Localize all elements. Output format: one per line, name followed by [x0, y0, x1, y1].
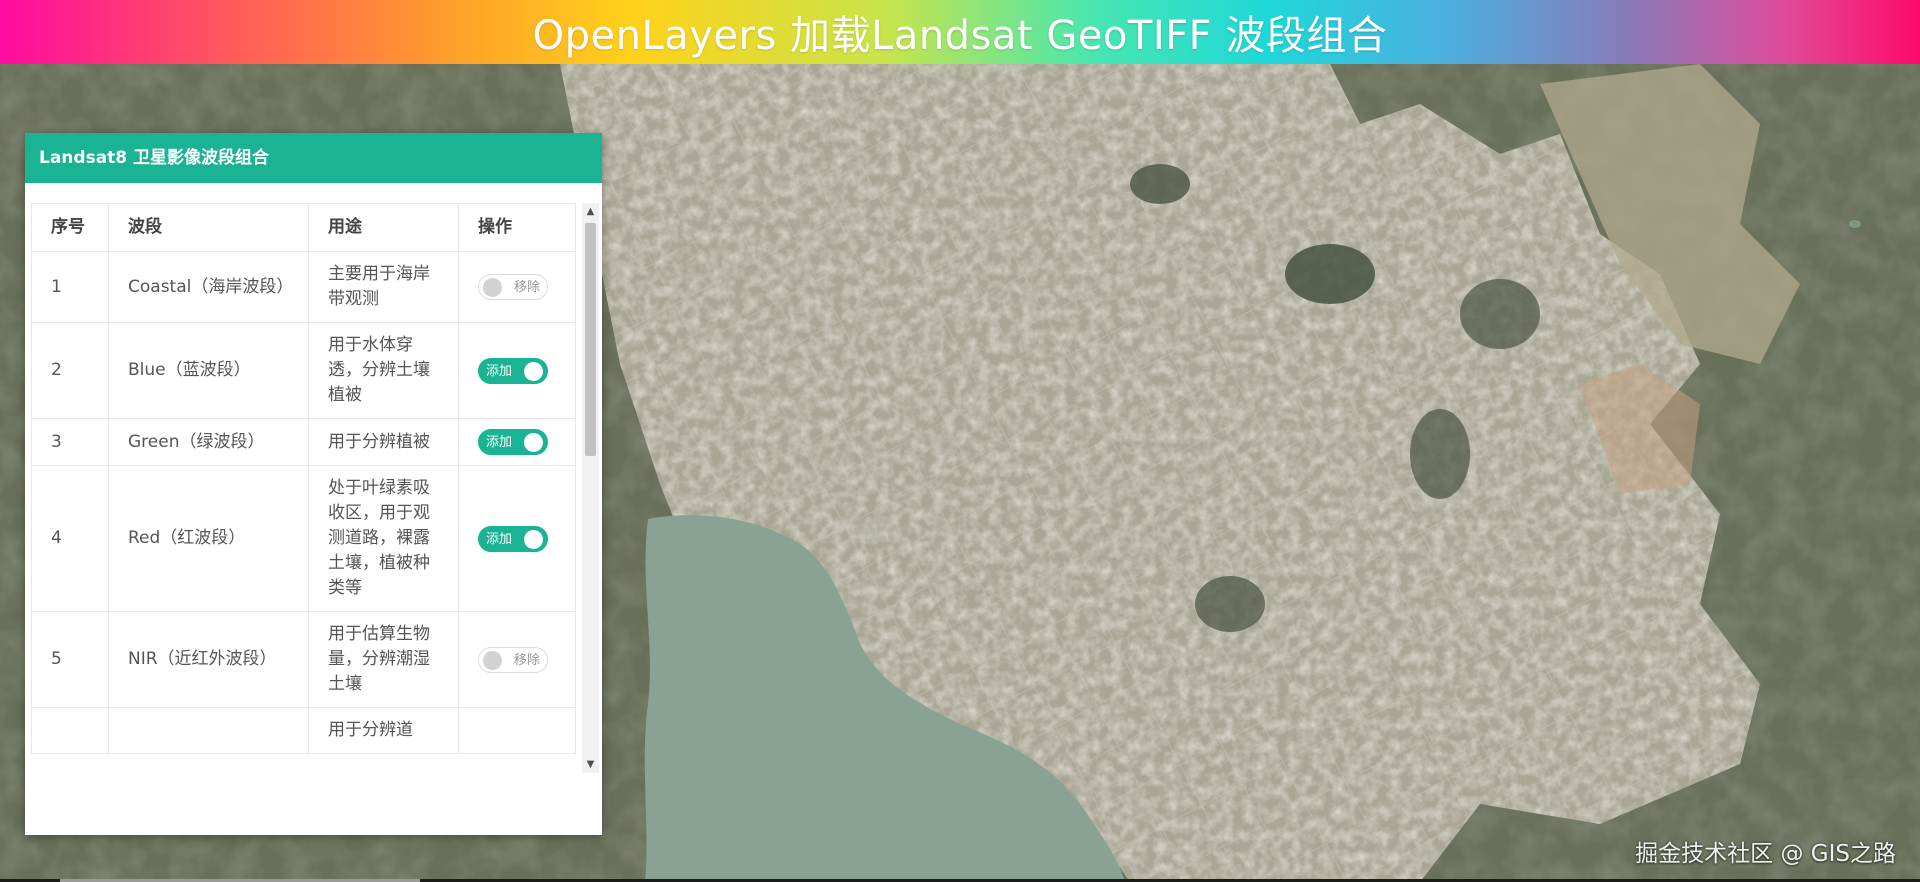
band-panel: Landsat8 卫星影像波段组合 序号 波段 用途 操作 1 Coastal（…	[25, 133, 602, 835]
row-use: 用于分辨道	[308, 707, 459, 754]
table-row: 3 Green（绿波段） 用于分辨植被 添加	[31, 418, 576, 466]
row-operation: 移除	[458, 251, 576, 323]
band-toggle-switch[interactable]: 移除	[478, 646, 548, 673]
toggle-knob	[524, 361, 543, 381]
row-index: 3	[31, 418, 109, 466]
table-row: 用于分辨道	[31, 707, 576, 754]
panel-title: Landsat8 卫星影像波段组合	[25, 133, 602, 183]
band-toggle-switch[interactable]: 添加	[478, 357, 548, 384]
row-index: 1	[31, 251, 109, 323]
row-operation: 添加	[458, 322, 576, 419]
table-scrollbar[interactable]: ▲ ▼	[582, 203, 599, 773]
band-toggle-switch[interactable]: 移除	[478, 274, 548, 300]
row-band: Coastal（海岸波段）	[108, 251, 309, 323]
triangle-up-icon[interactable]: ▲	[582, 203, 599, 220]
scroll-thumb[interactable]	[585, 223, 596, 456]
toggle-label: 添加	[486, 363, 513, 379]
row-operation: 添加	[458, 465, 576, 612]
band-table: 序号 波段 用途 操作 1 Coastal（海岸波段） 主要用于海岸带观测 移除…	[31, 203, 576, 754]
table-header-row: 序号 波段 用途 操作	[31, 203, 576, 252]
row-use: 处于叶绿素吸收区，用于观测道路，裸露土壤，植被种类等	[308, 465, 459, 612]
band-toggle-switch[interactable]: 添加	[478, 525, 548, 552]
row-operation	[458, 707, 576, 754]
toggle-knob	[524, 529, 543, 549]
toggle-knob	[524, 433, 543, 452]
header-operation: 操作	[458, 203, 576, 252]
table-viewport: 序号 波段 用途 操作 1 Coastal（海岸波段） 主要用于海岸带观测 移除…	[31, 203, 580, 773]
toggle-knob	[483, 650, 502, 670]
table-scroll-area[interactable]: 序号 波段 用途 操作 1 Coastal（海岸波段） 主要用于海岸带观测 移除…	[31, 203, 599, 773]
row-index: 2	[31, 322, 109, 419]
row-use: 用于估算生物量，分辨潮湿土壤	[308, 611, 459, 708]
row-band: Blue（蓝波段）	[108, 322, 309, 419]
row-band: Green（绿波段）	[108, 418, 309, 466]
row-use: 主要用于海岸带观测	[308, 251, 459, 323]
table-row: 1 Coastal（海岸波段） 主要用于海岸带观测 移除	[31, 251, 576, 323]
row-band	[108, 707, 309, 754]
page-title: OpenLayers 加载Landsat GeoTIFF 波段组合	[532, 13, 1388, 59]
header-index: 序号	[31, 203, 109, 252]
title-bar: OpenLayers 加载Landsat GeoTIFF 波段组合	[0, 0, 1920, 64]
row-index	[31, 707, 109, 754]
row-use: 用于水体穿透，分辨土壤植被	[308, 322, 459, 419]
band-toggle-switch[interactable]: 添加	[478, 429, 548, 455]
table-row: 5 NIR（近红外波段） 用于估算生物量，分辨潮湿土壤 移除	[31, 611, 576, 708]
row-band: NIR（近红外波段）	[108, 611, 309, 708]
watermark: 掘金技术社区 @ GIS之路	[1635, 841, 1896, 867]
toggle-label: 添加	[486, 435, 513, 450]
table-row: 4 Red（红波段） 处于叶绿素吸收区，用于观测道路，裸露土壤，植被种类等 添加	[31, 465, 576, 612]
triangle-down-icon[interactable]: ▼	[582, 756, 599, 773]
app-window: OpenLayers 加载Landsat GeoTIFF 波段组合 掘金技术社区…	[0, 0, 1920, 882]
toggle-label: 移除	[513, 280, 540, 295]
row-operation: 移除	[458, 611, 576, 708]
row-operation: 添加	[458, 418, 576, 466]
row-index: 5	[31, 611, 109, 708]
header-use: 用途	[308, 203, 459, 252]
header-band: 波段	[108, 203, 309, 252]
row-index: 4	[31, 465, 109, 612]
row-use: 用于分辨植被	[308, 418, 459, 466]
table-row: 2 Blue（蓝波段） 用于水体穿透，分辨土壤植被 添加	[31, 322, 576, 419]
toggle-label: 添加	[486, 531, 513, 547]
toggle-label: 移除	[513, 652, 540, 668]
toggle-knob	[483, 278, 502, 297]
row-band: Red（红波段）	[108, 465, 309, 612]
